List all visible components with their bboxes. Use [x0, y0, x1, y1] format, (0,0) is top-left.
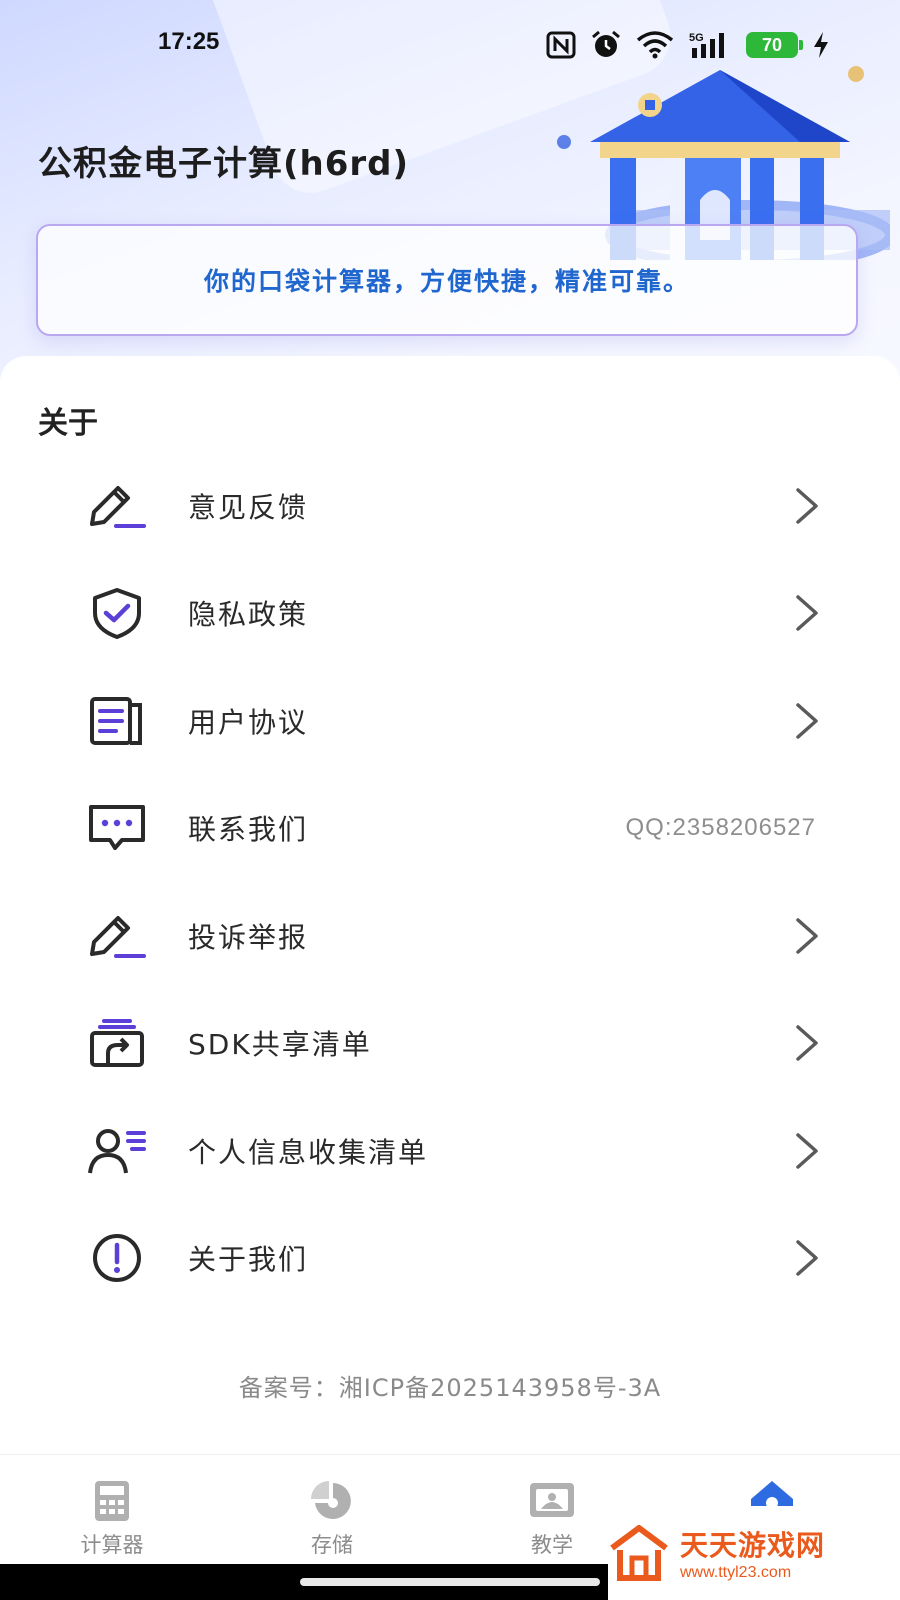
menu-label-about-us: 关于我们 — [188, 1243, 309, 1277]
menu-label-feedback: 意见反馈 — [188, 490, 309, 524]
menu-label-sdk-share-list: SDK共享清单 — [188, 1028, 372, 1062]
about-card: 关于 意见反馈 隐私政策 用户协议 联系我们 QQ:2358206527 投诉举… — [0, 356, 900, 1456]
chevron-right-icon — [796, 918, 818, 954]
menu-label-user-agreement: 用户协议 — [188, 705, 309, 739]
menu-item-contact-us[interactable]: 联系我们 QQ:2358206527 — [0, 775, 900, 883]
info-alert-icon — [86, 1232, 148, 1284]
chevron-right-icon — [796, 488, 818, 524]
document-icon — [86, 695, 148, 747]
watermark-logo-icon — [610, 1525, 668, 1581]
menu-label-contact-us: 联系我们 — [188, 813, 309, 847]
tab-calculator[interactable]: 计算器 — [32, 1455, 192, 1565]
status-time: 17:25 — [158, 28, 220, 55]
chevron-right-icon — [796, 595, 818, 631]
contact-qq-value: QQ:2358206527 — [625, 814, 816, 842]
about-menu-list: 意见反馈 隐私政策 用户协议 联系我们 QQ:2358206527 投诉举报 S… — [0, 452, 900, 1312]
menu-item-about-us[interactable]: 关于我们 — [0, 1205, 900, 1313]
menu-item-privacy-policy[interactable]: 隐私政策 — [0, 560, 900, 668]
menu-item-personal-info-list[interactable]: 个人信息收集清单 — [0, 1097, 900, 1205]
tab-label-calculator: 计算器 — [80, 1533, 144, 1557]
pie-chart-icon — [311, 1481, 351, 1519]
slogan-text: 你的口袋计算器，方便快捷，精准可靠。 — [203, 267, 690, 296]
watermark-title: 天天游戏网 — [680, 1529, 826, 1562]
menu-item-sdk-share-list[interactable]: SDK共享清单 — [0, 990, 900, 1098]
report-pen-icon — [86, 910, 148, 962]
shield-check-icon — [86, 587, 148, 640]
menu-label-personal-info-list: 个人信息收集清单 — [188, 1135, 429, 1169]
chevron-right-icon — [796, 703, 818, 739]
menu-label-report: 投诉举报 — [188, 920, 309, 954]
menu-item-user-agreement[interactable]: 用户协议 — [0, 667, 900, 775]
tab-storage[interactable]: 存储 — [252, 1455, 412, 1565]
page-title: 公积金电子计算(h6rd) — [38, 144, 410, 184]
svg-text:5G: 5G — [689, 32, 704, 44]
slogan-banner: 你的口袋计算器，方便快捷，精准可靠。 — [36, 224, 858, 336]
header-banner: 17:25 5G 70 公积金电子计算(h6rd) 你的口袋计算器，方便快捷，精… — [0, 0, 900, 380]
chat-bubble-icon — [86, 802, 148, 854]
menu-label-privacy-policy: 隐私政策 — [188, 598, 309, 632]
home-indicator-handle[interactable] — [300, 1578, 600, 1586]
user-list-icon — [86, 1125, 148, 1177]
tab-label-storage: 存储 — [311, 1533, 353, 1557]
icp-record-text: 备案号：湘ICP备2025143958号-3A — [238, 1374, 662, 1402]
watermark-url: www.ttyl23.com — [680, 1564, 792, 1581]
chevron-right-icon — [796, 1025, 818, 1061]
chevron-right-icon — [796, 1133, 818, 1169]
chevron-right-icon — [796, 1240, 818, 1276]
calculator-icon — [95, 1481, 129, 1521]
feedback-pen-icon — [86, 480, 148, 532]
share-list-icon — [86, 1017, 148, 1069]
section-title-about: 关于 — [38, 406, 98, 441]
menu-item-feedback[interactable]: 意见反馈 — [0, 452, 900, 560]
video-lesson-icon — [530, 1483, 574, 1517]
menu-item-report[interactable]: 投诉举报 — [0, 882, 900, 990]
site-watermark: 天天游戏网 www.ttyl23.com — [608, 1506, 900, 1600]
